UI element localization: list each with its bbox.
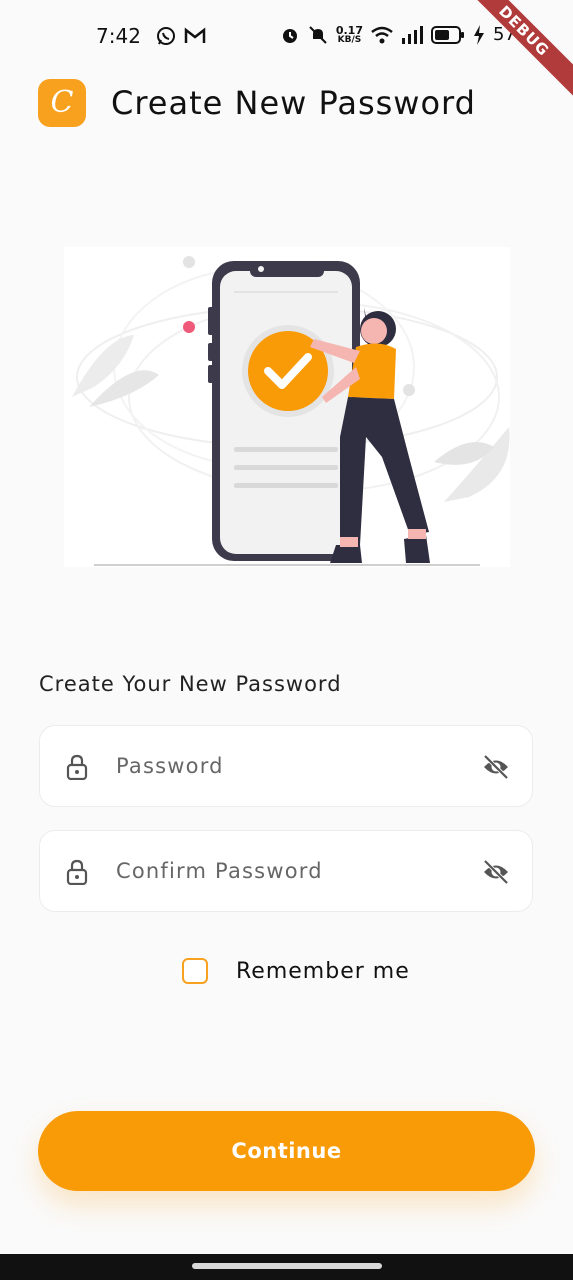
section-label: Create Your New Password bbox=[39, 672, 342, 696]
net-speed-unit: KB/S bbox=[337, 34, 362, 45]
signal-icon bbox=[401, 25, 423, 44]
app-logo-letter: C bbox=[50, 85, 74, 120]
home-indicator[interactable] bbox=[192, 1263, 382, 1269]
password-placeholder: Password bbox=[116, 754, 224, 778]
whatsapp-icon bbox=[157, 27, 175, 45]
alarm-icon bbox=[282, 28, 297, 43]
confirm-password-field[interactable]: Confirm Password bbox=[39, 830, 533, 912]
charging-icon bbox=[473, 24, 484, 45]
wifi-icon bbox=[371, 26, 393, 43]
confirm-password-placeholder: Confirm Password bbox=[116, 859, 323, 883]
status-time: 7:42 bbox=[96, 24, 141, 48]
system-nav-bar bbox=[0, 1254, 573, 1280]
status-bar: 7:42 0.17 KB/S DEBUG bbox=[0, 0, 573, 106]
eye-off-icon[interactable] bbox=[482, 859, 510, 885]
status-system-icons: 0.17 KB/S 57% bbox=[280, 24, 533, 45]
eye-off-icon[interactable] bbox=[482, 754, 510, 780]
password-success-illustration bbox=[64, 247, 510, 567]
gmail-icon bbox=[184, 27, 206, 43]
remember-me-label[interactable]: Remember me bbox=[236, 959, 410, 984]
app-logo: C bbox=[38, 79, 86, 127]
lock-icon bbox=[66, 859, 88, 885]
page-title: Create New Password bbox=[111, 84, 476, 122]
mute-icon bbox=[309, 25, 327, 44]
remember-me-row[interactable]: Remember me bbox=[182, 958, 410, 984]
continue-button[interactable]: Continue bbox=[38, 1111, 535, 1191]
status-notification-icons bbox=[156, 26, 206, 46]
battery-icon bbox=[430, 25, 464, 44]
lock-icon bbox=[66, 754, 88, 780]
remember-me-checkbox[interactable] bbox=[182, 958, 208, 984]
net-speed: 0.17 KB/S bbox=[336, 25, 363, 45]
password-field[interactable]: Password bbox=[39, 725, 533, 807]
net-speed-value: 0.17 bbox=[335, 23, 363, 37]
